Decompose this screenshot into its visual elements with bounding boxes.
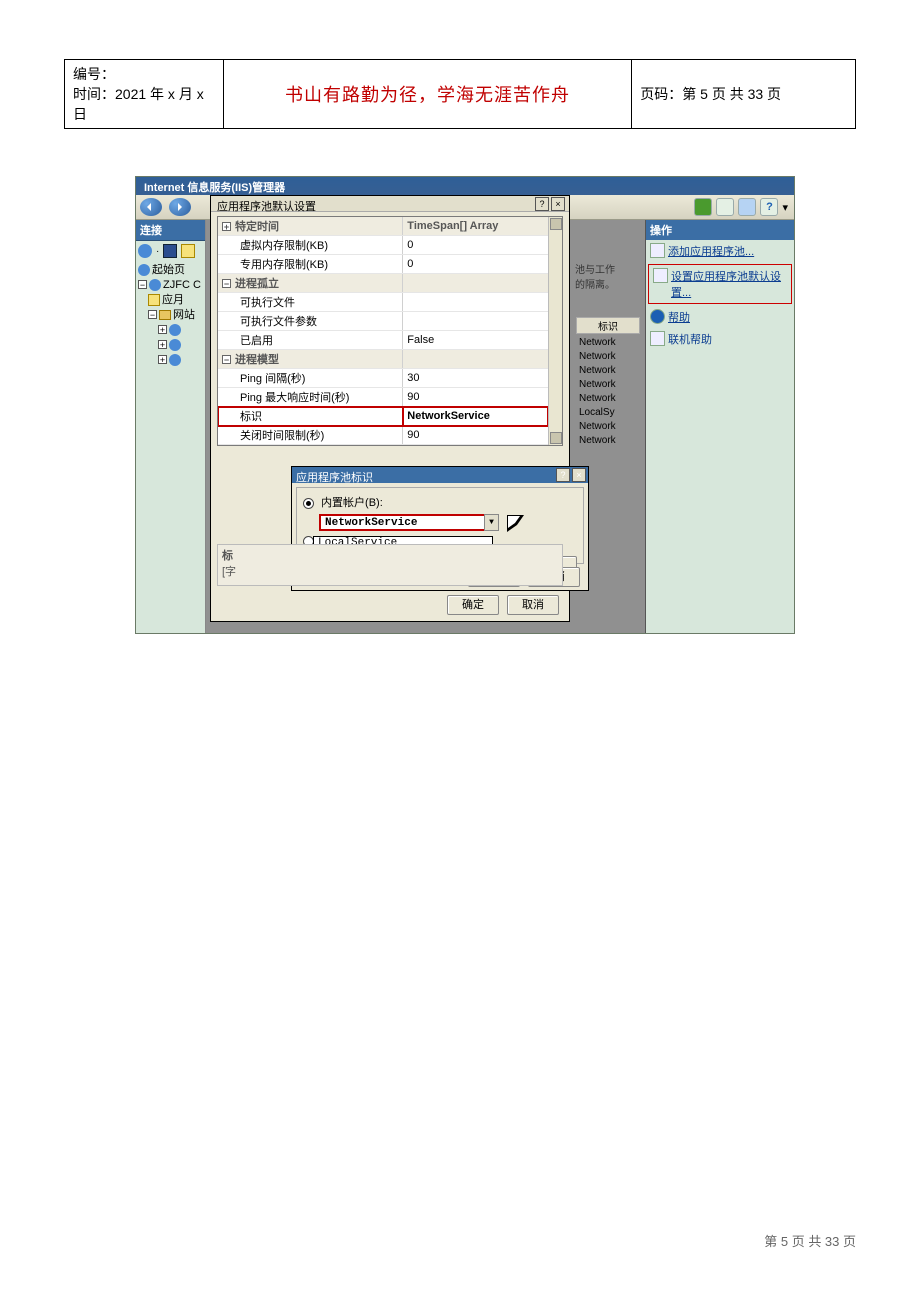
combo-identity[interactable]: NetworkService ▼ xyxy=(319,514,499,531)
expand-icon[interactable]: + xyxy=(158,355,167,364)
collapse-icon[interactable]: − xyxy=(222,279,231,288)
collapse-icon[interactable]: − xyxy=(222,355,231,364)
tree-save-icon[interactable] xyxy=(163,244,177,258)
globe-icon xyxy=(138,264,150,276)
dlg2-help-button[interactable]: ? xyxy=(556,468,570,482)
folder-icon xyxy=(159,310,171,320)
tree-node-apppools[interactable]: 应月 xyxy=(138,293,203,308)
content-peek: 池与工作 的隔离。 xyxy=(575,261,635,291)
desc-title listopada: 标 xyxy=(222,550,233,562)
collapse-icon[interactable]: − xyxy=(148,310,157,319)
grid-identity-column: 标识 Network Network Network Network Netwo… xyxy=(576,317,640,448)
pg-description: 标 [字 xyxy=(217,544,563,586)
nav-stop-icon[interactable] xyxy=(716,198,734,216)
dialog-apppool-defaults: 应用程序池默认设置 ? × +特定时间TimeSpan[] Array 虚拟内存… xyxy=(210,195,570,622)
tree-node-start[interactable]: 起始页 xyxy=(138,263,203,278)
dlg1-buttons: 确定 取消 xyxy=(447,595,559,615)
screenshot-iis-manager: Internet 信息服务(IIS)管理器 ▾ 连接 · 起始页 −ZJFC C… xyxy=(135,176,795,634)
tree-node-site2[interactable]: + xyxy=(138,338,203,353)
header-motto: 书山有路勤为径，学海无涯苦作舟 xyxy=(285,85,570,105)
nav-refresh-icon[interactable] xyxy=(694,198,712,216)
cursor-icon xyxy=(507,515,521,533)
dlg2-close-button[interactable]: × xyxy=(572,468,586,482)
tree-node-server[interactable]: −ZJFC C xyxy=(138,278,203,293)
dlg1-titlebar: 应用程序池默认设置 ? × xyxy=(211,196,569,212)
tree-sep: · xyxy=(156,246,159,257)
scroll-down-icon[interactable] xyxy=(550,432,562,444)
doc-header-table: 编号： 时间：2021 年 x 月 x 日 书山有路勤为径，学海无涯苦作舟 页码… xyxy=(64,59,856,129)
idcol-v: Network xyxy=(576,378,640,392)
globe-icon xyxy=(169,354,181,366)
nav-forward-icon[interactable] xyxy=(169,198,191,216)
dlg1-close-button[interactable]: × xyxy=(551,197,565,211)
connections-tree: 连接 · 起始页 −ZJFC C 应月 −网站 + + + xyxy=(136,220,206,633)
expand-icon[interactable]: + xyxy=(158,340,167,349)
chevron-down-icon[interactable]: ▼ xyxy=(484,514,499,531)
tree-connect-icon[interactable] xyxy=(138,244,152,258)
page-footer: 第 5 页 共 33 页 xyxy=(764,1231,856,1250)
pg-row-identity[interactable]: 标识NetworkService xyxy=(218,407,548,426)
property-grid[interactable]: +特定时间TimeSpan[] Array 虚拟内存限制(KB)0 专用内存限制… xyxy=(217,216,563,446)
tree-head: 连接 xyxy=(136,220,205,241)
dlg1-help-button[interactable]: ? xyxy=(535,197,549,211)
apppool-icon xyxy=(148,294,160,306)
header-time: 时间：2021 年 x 月 x 日 xyxy=(73,84,215,124)
tree-page-icon[interactable] xyxy=(181,244,195,258)
idcol-v: Network xyxy=(576,350,640,364)
scroll-up-icon[interactable] xyxy=(550,218,562,230)
action-add-apppool[interactable]: 添加应用程序池... xyxy=(646,240,794,262)
dlg1-ok-button[interactable]: 确定 xyxy=(447,595,499,615)
idcol-head[interactable]: 标识 xyxy=(576,317,640,334)
header-id: 编号： xyxy=(73,64,215,84)
tree-node-site1[interactable]: + xyxy=(138,323,203,338)
expand-icon[interactable]: + xyxy=(158,325,167,334)
action-help[interactable]: 帮助 xyxy=(646,306,794,328)
nav-home-icon[interactable] xyxy=(738,198,756,216)
globe-icon xyxy=(169,324,181,336)
dlg1-title-text: 应用程序池默认设置 xyxy=(217,201,316,213)
action-online-help[interactable]: 联机帮助 xyxy=(646,328,794,350)
radio-builtin-label: 内置帐户(B): xyxy=(321,497,383,509)
collapse-icon[interactable]: − xyxy=(138,280,147,289)
tree-toolbar: · xyxy=(136,241,205,261)
idcol-v: Network xyxy=(576,364,640,378)
tree-node-sites[interactable]: −网站 xyxy=(138,308,203,323)
header-motto-cell: 书山有路勤为径，学海无涯苦作舟 xyxy=(223,60,631,129)
radio-on-icon[interactable] xyxy=(303,498,314,509)
idcol-v: Network xyxy=(576,336,640,350)
combo-value: NetworkService xyxy=(325,517,417,529)
tree-node-site3[interactable]: + xyxy=(138,353,203,368)
nav-dropdown-icon[interactable]: ▾ xyxy=(782,201,788,214)
expand-icon[interactable]: + xyxy=(222,222,231,231)
dlg1-cancel-button[interactable]: 取消 xyxy=(507,595,559,615)
nav-back-icon[interactable] xyxy=(140,198,162,216)
action-set-defaults[interactable]: 设置应用程序池默认设置... xyxy=(648,264,792,304)
idcol-v: Network xyxy=(576,392,640,406)
dlg2-titlebar: 应用程序池标识 ? × xyxy=(292,467,588,483)
globe-icon xyxy=(169,339,181,351)
pg-scrollbar[interactable] xyxy=(548,217,562,445)
header-page: 页码：第 5 页 共 33 页 xyxy=(640,86,781,102)
idcol-v: Network xyxy=(576,420,640,434)
server-icon xyxy=(149,279,161,291)
header-page-cell: 页码：第 5 页 共 33 页 xyxy=(632,60,856,129)
idcol-v: LocalSy xyxy=(576,406,640,420)
radio-builtin[interactable]: 内置帐户(B): xyxy=(303,494,577,510)
window-title: Internet 信息服务(IIS)管理器 xyxy=(136,177,794,195)
idcol-v: Network xyxy=(576,434,640,448)
dlg2-title-text: 应用程序池标识 xyxy=(296,472,373,484)
nav-help-icon[interactable] xyxy=(760,198,778,216)
actions-panel: 操作 添加应用程序池... 设置应用程序池默认设置... 帮助 联机帮助 xyxy=(646,220,794,633)
desc-body: [字 xyxy=(222,566,236,578)
header-left: 编号： 时间：2021 年 x 月 x 日 xyxy=(65,60,224,129)
actions-head: 操作 xyxy=(646,220,794,240)
